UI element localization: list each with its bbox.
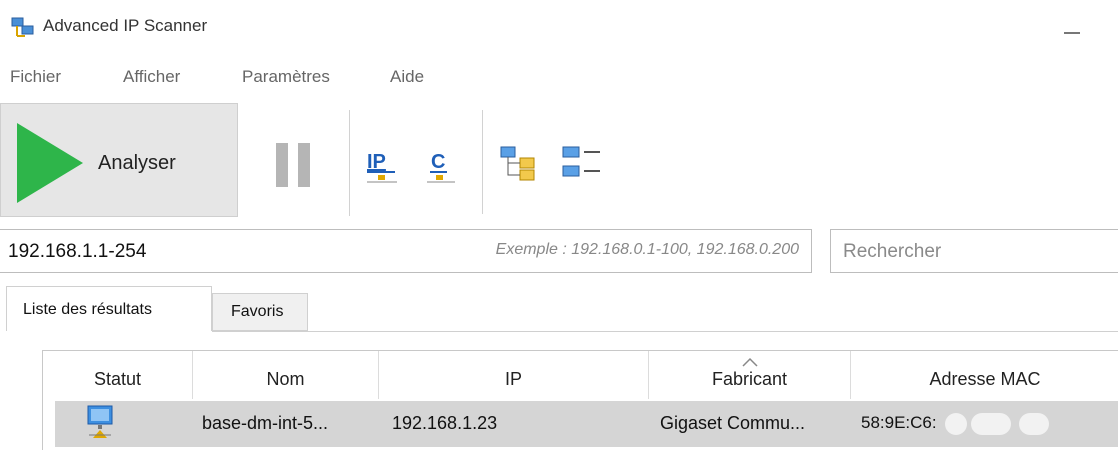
scan-button[interactable]: Analyser (0, 103, 238, 217)
tab-favorites-label: Favoris (231, 303, 284, 320)
tab-divider (212, 331, 1118, 332)
column-header-label: IP (504, 369, 522, 389)
menu-bar: Fichier Afficher Paramètres Aide (0, 60, 1118, 94)
list-view-icon[interactable] (562, 146, 606, 182)
column-header-ip[interactable]: IP (379, 351, 649, 399)
column-header-statut[interactable]: Statut (43, 351, 193, 399)
redacted-mac-part (1019, 413, 1049, 435)
column-header-label: Statut (93, 369, 142, 389)
tab-favorites[interactable]: Favoris (212, 293, 308, 331)
c-icon[interactable]: C (425, 146, 461, 186)
menu-aide[interactable]: Aide (390, 67, 424, 87)
play-icon (17, 123, 83, 203)
window-title: Advanced IP Scanner (43, 16, 208, 35)
svg-text:C: C (431, 151, 445, 173)
minimize-button[interactable] (1064, 32, 1080, 34)
toolbar-separator (482, 110, 483, 214)
ip-range-hint: Exemple : 192.168.0.1-100, 192.168.0.200 (495, 241, 799, 258)
pause-icon (276, 143, 288, 187)
tab-results[interactable]: Liste des résultats (6, 286, 212, 331)
computer-online-icon (87, 405, 113, 438)
column-header-label: Adresse MAC (929, 369, 1041, 389)
search-placeholder: Rechercher (843, 241, 942, 262)
redacted-mac-part (971, 413, 1011, 435)
row-vendor: Gigaset Commu... (660, 413, 806, 433)
menu-parametres[interactable]: Paramètres (242, 67, 330, 87)
tree-view-icon[interactable] (500, 146, 544, 182)
row-name: base-dm-int-5... (202, 413, 329, 433)
scan-button-label: Analyser (98, 152, 176, 174)
ip-range-input[interactable]: 192.168.1.1-254 Exemple : 192.168.0.1-10… (0, 229, 812, 273)
column-header-fabricant[interactable]: Fabricant (649, 351, 851, 399)
column-header-nom[interactable]: Nom (193, 351, 379, 399)
row-mac: 58:9E:C6: (861, 413, 937, 432)
tab-bar: Liste des résultats Favoris (0, 286, 1118, 332)
column-header-label: Fabricant (711, 369, 788, 389)
ip-icon[interactable]: IP (365, 146, 401, 186)
row-ip: 192.168.1.23 (392, 413, 498, 433)
toolbar: Analyser IP C (0, 100, 1118, 220)
table-row[interactable]: base-dm-int-5... 192.168.1.23 Gigaset Co… (55, 401, 1118, 447)
tab-results-label: Liste des résultats (23, 301, 152, 318)
search-input[interactable]: Rechercher (830, 229, 1118, 273)
column-header-mac[interactable]: Adresse MAC (851, 351, 1118, 399)
title-bar: Advanced IP Scanner (0, 0, 1118, 56)
ip-range-value: 192.168.1.1-254 (8, 241, 147, 262)
network-computers-icon (11, 17, 34, 37)
menu-afficher[interactable]: Afficher (123, 67, 180, 87)
svg-text:IP: IP (367, 151, 386, 173)
redacted-mac-part (945, 413, 967, 435)
toolbar-separator (349, 110, 350, 216)
menu-fichier[interactable]: Fichier (10, 67, 61, 87)
column-header-label: Nom (266, 369, 305, 389)
sort-ascending-icon (741, 357, 758, 367)
results-table: Statut Nom IP Fabricant Adresse MAC base… (42, 350, 1118, 450)
